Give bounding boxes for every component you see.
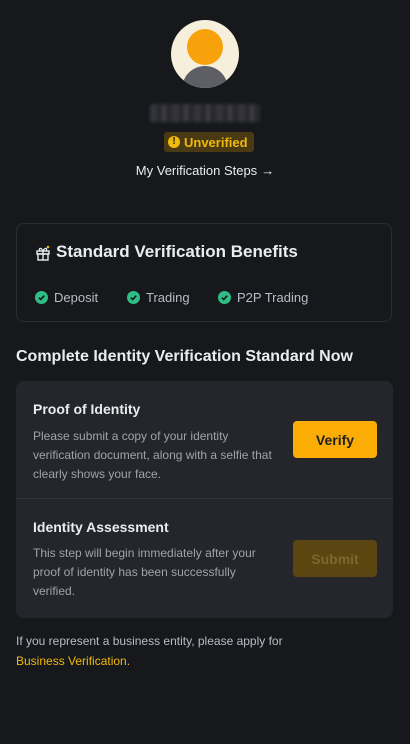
check-circle-icon <box>218 291 231 304</box>
step-title: Proof of Identity <box>33 401 141 417</box>
verification-steps-label: My Verification Steps <box>135 163 258 178</box>
step-description: Please submit a copy of your identity ve… <box>33 429 272 481</box>
benefits-card: Standard Verification Benefits Deposit T… <box>16 223 392 322</box>
benefit-item-deposit: Deposit <box>35 290 98 305</box>
business-verification-link[interactable]: Business Verification <box>16 654 127 668</box>
step-description: This step will begin immediately after y… <box>33 546 256 598</box>
status-badge: ! Unverified <box>164 132 254 152</box>
benefits-title-text: Standard Verification Benefits <box>56 242 298 261</box>
gift-icon <box>35 245 50 261</box>
verification-steps-link[interactable]: My Verification Steps → <box>0 163 410 178</box>
section-heading: Complete Identity Verification Standard … <box>16 348 353 365</box>
benefit-list: Deposit Trading P2P Trading <box>35 290 375 306</box>
check-circle-icon <box>35 291 48 304</box>
footer-text: If you represent a business entity, plea… <box>16 634 283 648</box>
benefit-label: P2P Trading <box>237 290 309 305</box>
avatar-body <box>182 66 228 88</box>
benefits-title: Standard Verification Benefits <box>35 242 298 262</box>
step-title: Identity Assessment <box>33 519 169 535</box>
warning-icon: ! <box>168 136 180 148</box>
verification-steps-card: Proof of Identity Please submit a copy o… <box>16 381 393 618</box>
benefit-label: Deposit <box>54 290 99 305</box>
verify-button[interactable]: Verify <box>293 421 377 458</box>
business-verification-note: If you represent a business entity, plea… <box>16 631 386 671</box>
divider <box>16 498 393 499</box>
benefit-label: Trading <box>146 290 190 305</box>
benefit-item-trading: Trading <box>127 290 190 305</box>
submit-button[interactable]: Submit <box>293 540 377 577</box>
username-redacted <box>150 104 260 122</box>
benefit-item-p2p-trading: P2P Trading <box>218 290 308 305</box>
arrow-right-icon: → <box>261 163 275 178</box>
verification-screen: ! Unverified My Verification Steps → Stan… <box>0 0 410 744</box>
avatar <box>171 20 239 88</box>
status-badge-label: Unverified <box>184 134 248 150</box>
avatar-head <box>187 29 223 65</box>
check-circle-icon <box>127 291 140 304</box>
footer-link-suffix: . <box>126 654 131 668</box>
